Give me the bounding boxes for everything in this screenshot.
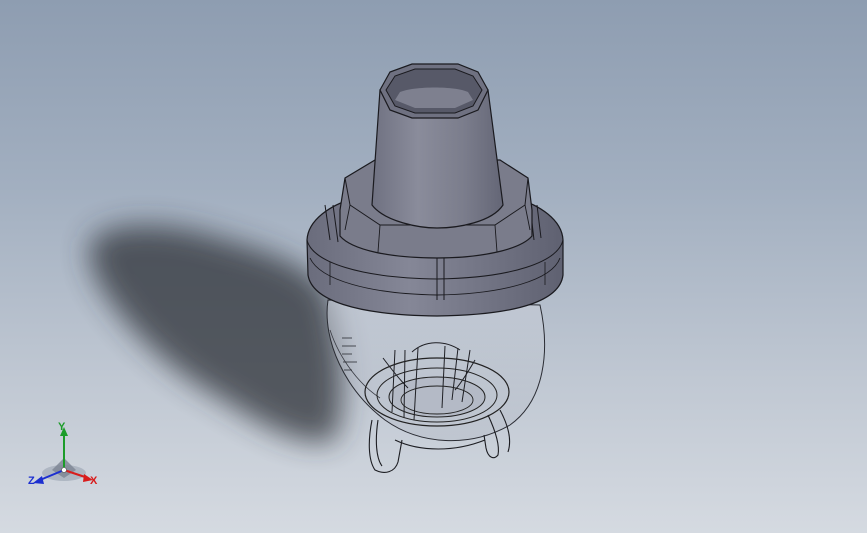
triad-x-label: X (90, 475, 98, 487)
model-shadow (89, 225, 343, 442)
mouthpiece-tube (371, 63, 504, 229)
triad-z-label: Z (28, 475, 35, 487)
transparent-bowl (326, 299, 545, 441)
triad-y-label: Y (58, 421, 66, 433)
triad-axes-icon (33, 427, 93, 484)
graphics-viewport[interactable]: X Y Z (0, 0, 867, 533)
orientation-triad[interactable]: X Y Z (22, 418, 112, 498)
model-3d-view[interactable] (0, 0, 867, 533)
